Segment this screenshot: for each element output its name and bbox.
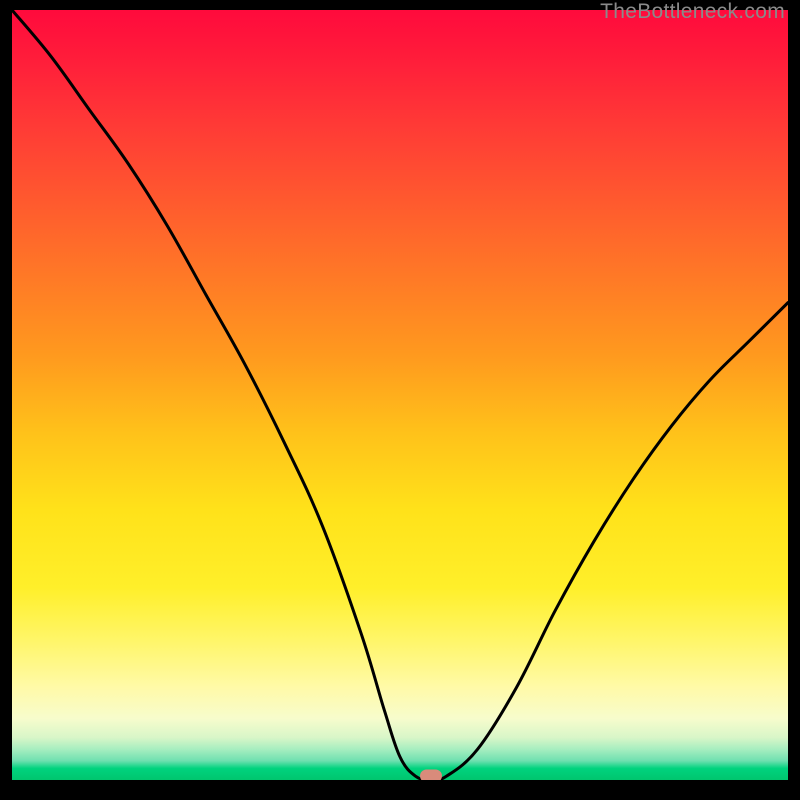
chart-stage: TheBottleneck.com xyxy=(0,0,800,800)
line-curve xyxy=(12,10,788,780)
minimum-marker xyxy=(420,770,442,781)
plot-area xyxy=(12,10,788,780)
watermark-text: TheBottleneck.com xyxy=(600,0,785,24)
